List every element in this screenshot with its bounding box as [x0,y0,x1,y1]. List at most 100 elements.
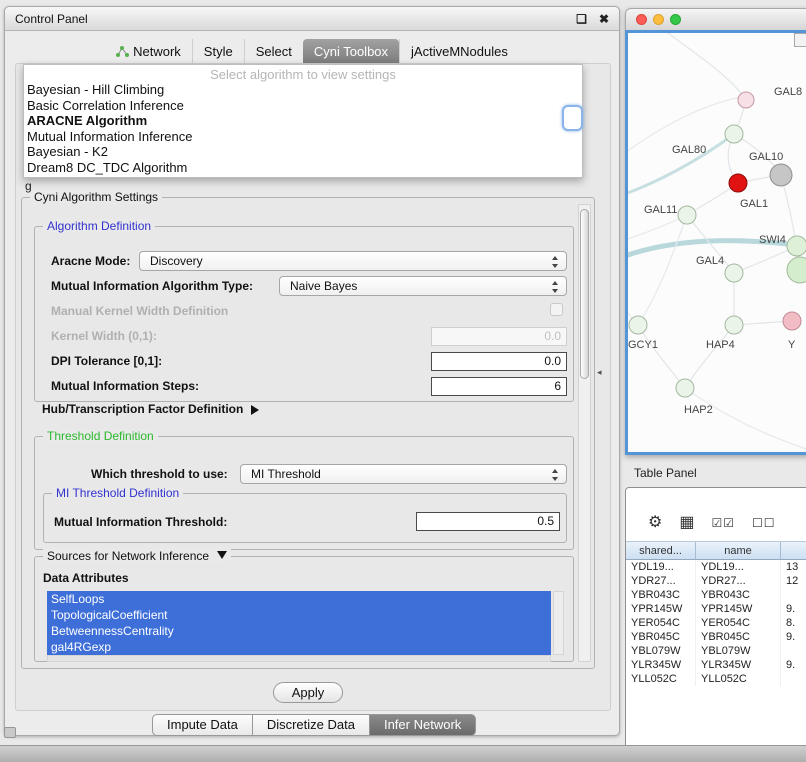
panel-grip-icon[interactable] [4,727,16,738]
kernel-width-field[interactable]: 0.0 [431,327,567,346]
sources-group-title[interactable]: Sources for Network Inference [43,549,231,563]
dropdown-item[interactable]: Bayesian - Hill Climbing [24,82,582,98]
control-panel-window: Control Panel ❏ ✖ Network Style Select C… [4,6,620,736]
aracne-mode-label: Aracne Mode: [51,254,130,268]
dpi-tolerance-field[interactable]: 0.0 [431,352,567,371]
node-label: GAL10 [749,151,783,163]
float-panel-icon[interactable]: ❏ [576,13,587,25]
tab-impute-data[interactable]: Impute Data [152,714,253,736]
settings-scrollbar[interactable] [578,204,591,662]
network-node[interactable] [629,316,647,334]
table-row[interactable]: YLL052C YLL052C [626,672,806,686]
cell-shared-name: YBL079W [626,644,696,658]
network-node[interactable] [787,236,806,256]
network-node[interactable] [678,206,696,224]
attribute-item-selected[interactable]: SelfLoops [47,591,551,607]
close-panel-icon[interactable]: ✖ [599,13,609,25]
which-threshold-combo[interactable]: MI Threshold [240,464,567,484]
dropdown-item[interactable]: Bayesian - K2 [24,144,582,160]
columns-icon[interactable]: ▦ [679,515,694,531]
control-panel-titlebar: Control Panel ❏ ✖ [5,7,619,31]
select-all-icon[interactable]: ☑☑ [711,515,735,531]
tab-label: Select [256,44,292,59]
tab-infer-network[interactable]: Infer Network [370,714,476,736]
tab-style[interactable]: Style [192,39,244,63]
aracne-mode-combo[interactable]: Discovery [139,251,567,271]
table-panel-title: Table Panel [634,466,697,480]
node-label: GCY1 [628,339,658,351]
network-node[interactable] [725,125,743,143]
close-button[interactable] [636,14,647,25]
table-row[interactable]: YPR145W YPR145W 9. [626,602,806,616]
table-row[interactable]: YDR27... YDR27... 12 [626,574,806,588]
network-node[interactable] [787,257,806,283]
network-canvas-frame: GAL8GAL80GAL10GAL11GAL1SWI4GAL4GCY1HAP4Y… [625,30,806,455]
attributes-vertical-scrollbar[interactable] [553,591,564,655]
network-node[interactable] [770,164,792,186]
mi-threshold-definition-group: MI Threshold Definition Mutual Informati… [43,493,567,543]
tab-select[interactable]: Select [244,39,303,63]
table-row[interactable]: YLR345W YLR345W 9. [626,658,806,672]
dropdown-item[interactable]: Mutual Information Inference [24,129,582,145]
attribute-item-selected[interactable]: TopologicalCoefficient [47,607,551,623]
manual-kernel-checkbox[interactable] [550,303,563,316]
cell-shared-name: YLL052C [626,672,696,686]
dropdown-item-selected[interactable]: ARACNE Algorithm [24,113,582,129]
network-node[interactable] [738,92,754,108]
tab-jactivemnodules[interactable]: jActiveMNodules [399,39,519,63]
network-view-window: GAL8GAL80GAL10GAL11GAL1SWI4GAL4GCY1HAP4Y… [625,8,806,455]
apply-button[interactable]: Apply [273,682,343,703]
dpi-tolerance-label: DPI Tolerance [0,1]: [51,354,162,368]
cell-name: YER054C [696,616,781,630]
network-node[interactable] [725,316,743,334]
network-node[interactable] [725,264,743,282]
tab-label: Style [204,44,233,59]
mi-steps-field[interactable]: 6 [431,377,567,396]
dropdown-item[interactable]: Basic Correlation Inference [24,98,582,114]
attribute-item-selected[interactable]: gal4RGexp [47,639,551,655]
splitter-collapse-arrow[interactable]: ◂ [597,367,602,378]
cyni-algorithm-settings-group: Cyni Algorithm Settings Algorithm Defini… [21,197,595,669]
tab-cyni-toolbox[interactable]: Cyni Toolbox [303,39,399,63]
attribute-item-selected[interactable]: BetweennessCentrality [47,623,551,639]
cell-name: YDR27... [696,574,781,588]
column-header-name[interactable]: name [696,541,781,560]
collapse-arrow-icon [217,551,227,559]
dropdown-item[interactable]: Dream8 DC_TDC Algorithm [24,160,582,176]
gear-icon[interactable]: ⚙ [648,515,662,531]
tab-discretize-data[interactable]: Discretize Data [253,714,370,736]
zoom-button[interactable] [670,14,681,25]
control-panel-tabs: Network Style Select Cyni Toolbox jActiv… [5,37,619,63]
settings-scrollbar-thumb[interactable] [580,209,589,379]
table-row[interactable]: YER054C YER054C 8. [626,616,806,630]
hub-transcription-factor-section[interactable]: Hub/Transcription Factor Definition [42,402,259,416]
deselect-all-icon[interactable]: ☐☐ [752,515,776,531]
tab-network[interactable]: Network [105,39,192,63]
combo-value: Naive Bayes [290,279,357,293]
combo-value: Discovery [150,254,203,268]
column-header-shared-name[interactable]: shared... [626,541,696,560]
minimize-button[interactable] [653,14,664,25]
network-node[interactable] [729,174,747,192]
status-bar [0,745,806,762]
table-row[interactable]: YBL079W YBL079W [626,644,806,658]
table-row[interactable]: YDL19... YDL19... 13 [626,560,806,574]
sources-title-text: Sources for Network Inference [47,549,209,563]
table-row[interactable]: YBR045C YBR045C 9. [626,630,806,644]
mi-threshold-field[interactable]: 0.5 [416,512,560,531]
network-edge [638,325,685,388]
network-node[interactable] [783,312,801,330]
attributes-horizontal-scrollbar[interactable] [47,655,551,662]
network-node[interactable] [676,379,694,397]
network-graph[interactable]: GAL8GAL80GAL10GAL11GAL1SWI4GAL4GCY1HAP4Y… [628,33,806,455]
column-header-cut[interactable] [781,541,806,560]
sources-for-network-inference-group: Sources for Network Inference Data Attri… [34,556,574,662]
group-title: Cyni Algorithm Settings [30,190,162,204]
cell-name: YLR345W [696,658,781,672]
mi-type-combo[interactable]: Naive Bayes [279,276,567,296]
algorithm-definition-group: Algorithm Definition Aracne Mode: Discov… [34,226,574,402]
table-panel-window: ⚙ ▦ ☑☑ ☐☐ shared... name YDL19... YDL19.… [625,487,806,762]
table-row[interactable]: YBR043C YBR043C [626,588,806,602]
node-label: GAL8 [774,86,802,98]
group-title: Threshold Definition [43,429,158,443]
